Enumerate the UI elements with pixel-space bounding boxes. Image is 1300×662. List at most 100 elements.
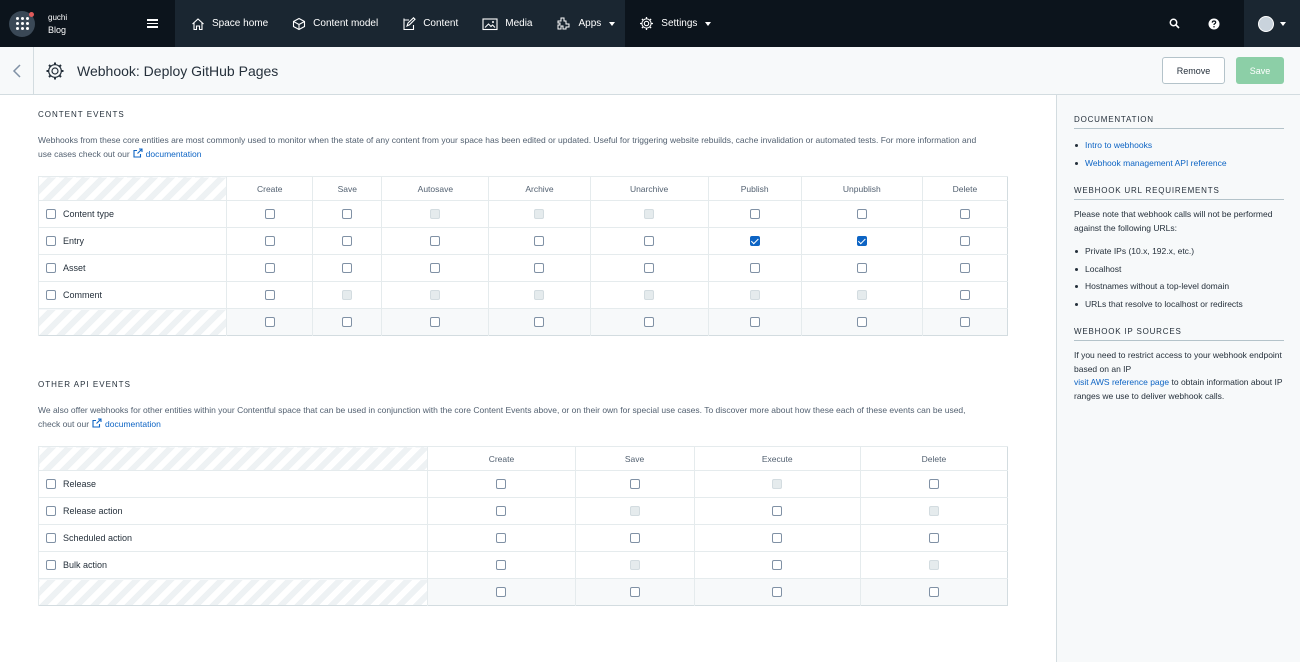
content-type-publish-checkbox[interactable] xyxy=(749,208,760,219)
row-select-all-checkbox[interactable] xyxy=(46,560,56,571)
entry-delete-checkbox[interactable] xyxy=(959,235,970,246)
content-type-create-checkbox[interactable] xyxy=(264,208,275,219)
gear-icon xyxy=(640,17,654,30)
select-column-execute-checkbox[interactable] xyxy=(772,586,783,597)
content-type-unpublish-checkbox[interactable] xyxy=(856,208,867,219)
event-cell xyxy=(312,200,382,228)
content-type-unarchive-checkbox xyxy=(644,208,655,219)
column-select-row xyxy=(37,578,1008,606)
row-label-cell: Entry xyxy=(37,227,227,255)
documentation-link[interactable]: documentation xyxy=(105,419,161,429)
back-button[interactable] xyxy=(0,46,34,95)
nav-settings[interactable]: Settings xyxy=(625,0,722,47)
row-label: Entry xyxy=(63,235,85,246)
bulk-action-execute-checkbox[interactable] xyxy=(772,559,783,570)
documentation-link[interactable]: documentation xyxy=(146,149,202,159)
row-select-all-checkbox[interactable] xyxy=(46,263,56,274)
row-label-cell: Release xyxy=(37,470,428,498)
menu-icon[interactable] xyxy=(130,0,175,47)
save-button[interactable]: Save xyxy=(1236,57,1284,84)
nav-apps[interactable]: Apps xyxy=(542,0,625,47)
scheduled-action-save-checkbox[interactable] xyxy=(629,532,640,543)
asset-delete-checkbox[interactable] xyxy=(959,262,970,273)
help-icon[interactable] xyxy=(1194,0,1234,47)
nav-content-model[interactable]: Content model xyxy=(278,0,388,47)
select-column-save-checkbox[interactable] xyxy=(342,316,353,327)
select-column-unarchive-checkbox[interactable] xyxy=(644,316,655,327)
row-select-all-checkbox[interactable] xyxy=(46,506,56,517)
row-select-all-checkbox[interactable] xyxy=(46,236,56,247)
comment-delete-checkbox[interactable] xyxy=(959,289,970,300)
select-column-publish-checkbox[interactable] xyxy=(749,316,760,327)
select-column-unpublish-checkbox[interactable] xyxy=(856,316,867,327)
event-cell xyxy=(226,254,313,282)
row-label-cell: Bulk action xyxy=(37,551,428,579)
intro-webhooks-link[interactable]: Intro to webhooks xyxy=(1085,140,1152,150)
scheduled-action-execute-checkbox[interactable] xyxy=(772,532,783,543)
asset-unarchive-checkbox[interactable] xyxy=(644,262,655,273)
account-menu[interactable] xyxy=(1244,0,1300,47)
external-link-icon xyxy=(92,418,102,428)
asset-publish-checkbox[interactable] xyxy=(749,262,760,273)
entry-publish-checkbox[interactable] xyxy=(749,235,760,246)
select-column-delete-checkbox[interactable] xyxy=(959,316,970,327)
bulk-action-create-checkbox[interactable] xyxy=(496,559,507,570)
select-column-autosave-checkbox[interactable] xyxy=(430,316,441,327)
asset-autosave-checkbox[interactable] xyxy=(430,262,441,273)
release-create-checkbox[interactable] xyxy=(496,478,507,489)
search-icon[interactable] xyxy=(1154,0,1194,47)
row-select-all-checkbox[interactable] xyxy=(46,209,56,220)
event-cell xyxy=(312,254,382,282)
content-type-save-checkbox[interactable] xyxy=(342,208,353,219)
event-cell xyxy=(312,227,382,255)
comment-create-checkbox[interactable] xyxy=(264,289,275,300)
column-header-archive: Archive xyxy=(488,176,591,201)
notification-dot xyxy=(29,11,34,17)
remove-button[interactable]: Remove xyxy=(1162,57,1225,84)
release-save-checkbox[interactable] xyxy=(629,478,640,489)
asset-archive-checkbox[interactable] xyxy=(534,262,545,273)
entry-archive-checkbox[interactable] xyxy=(534,235,545,246)
select-column-delete-checkbox[interactable] xyxy=(928,586,939,597)
entry-save-checkbox[interactable] xyxy=(342,235,353,246)
scheduled-action-delete-checkbox[interactable] xyxy=(928,532,939,543)
release-delete-checkbox[interactable] xyxy=(928,478,939,489)
event-cell xyxy=(427,524,576,552)
row-select-all-checkbox[interactable] xyxy=(46,479,56,490)
nav-space-home[interactable]: Space home xyxy=(175,0,278,47)
entry-create-checkbox[interactable] xyxy=(264,235,275,246)
entry-unpublish-checkbox[interactable] xyxy=(856,235,867,246)
asset-create-checkbox[interactable] xyxy=(264,262,275,273)
app-grid-icon[interactable] xyxy=(9,10,35,37)
event-cell xyxy=(226,308,313,336)
list-item: Webhook management API reference xyxy=(1074,155,1284,173)
url-requirements-text: Please note that webhook calls will not … xyxy=(1074,209,1273,233)
row-select-all-checkbox[interactable] xyxy=(46,290,56,301)
event-cell xyxy=(226,227,313,255)
aws-reference-link[interactable]: visit AWS reference page xyxy=(1074,377,1169,387)
asset-save-checkbox[interactable] xyxy=(342,262,353,273)
select-column-save-checkbox[interactable] xyxy=(629,586,640,597)
event-cell xyxy=(488,254,591,282)
webhook-api-reference-link[interactable]: Webhook management API reference xyxy=(1085,158,1227,168)
row-select-all-checkbox[interactable] xyxy=(46,533,56,544)
asset-unpublish-checkbox[interactable] xyxy=(856,262,867,273)
release-action-execute-checkbox[interactable] xyxy=(772,505,783,516)
release-action-create-checkbox[interactable] xyxy=(496,505,507,516)
content-events-description: Webhooks from these core entities are mo… xyxy=(38,134,988,161)
main-nav: Space home Content model Content Media A… xyxy=(175,0,722,47)
nav-content[interactable]: Content xyxy=(388,0,468,47)
select-column-create-checkbox[interactable] xyxy=(496,586,507,597)
nav-media[interactable]: Media xyxy=(468,0,542,47)
entry-autosave-checkbox[interactable] xyxy=(430,235,441,246)
space-switcher[interactable]: guchi Blog xyxy=(0,0,130,47)
select-column-archive-checkbox[interactable] xyxy=(534,316,545,327)
content-type-delete-checkbox[interactable] xyxy=(959,208,970,219)
event-cell xyxy=(800,227,923,255)
comment-publish-checkbox xyxy=(749,289,760,300)
event-cell xyxy=(800,200,923,228)
select-column-create-checkbox[interactable] xyxy=(264,316,275,327)
scheduled-action-create-checkbox[interactable] xyxy=(496,532,507,543)
event-cell xyxy=(488,281,591,309)
entry-unarchive-checkbox[interactable] xyxy=(644,235,655,246)
